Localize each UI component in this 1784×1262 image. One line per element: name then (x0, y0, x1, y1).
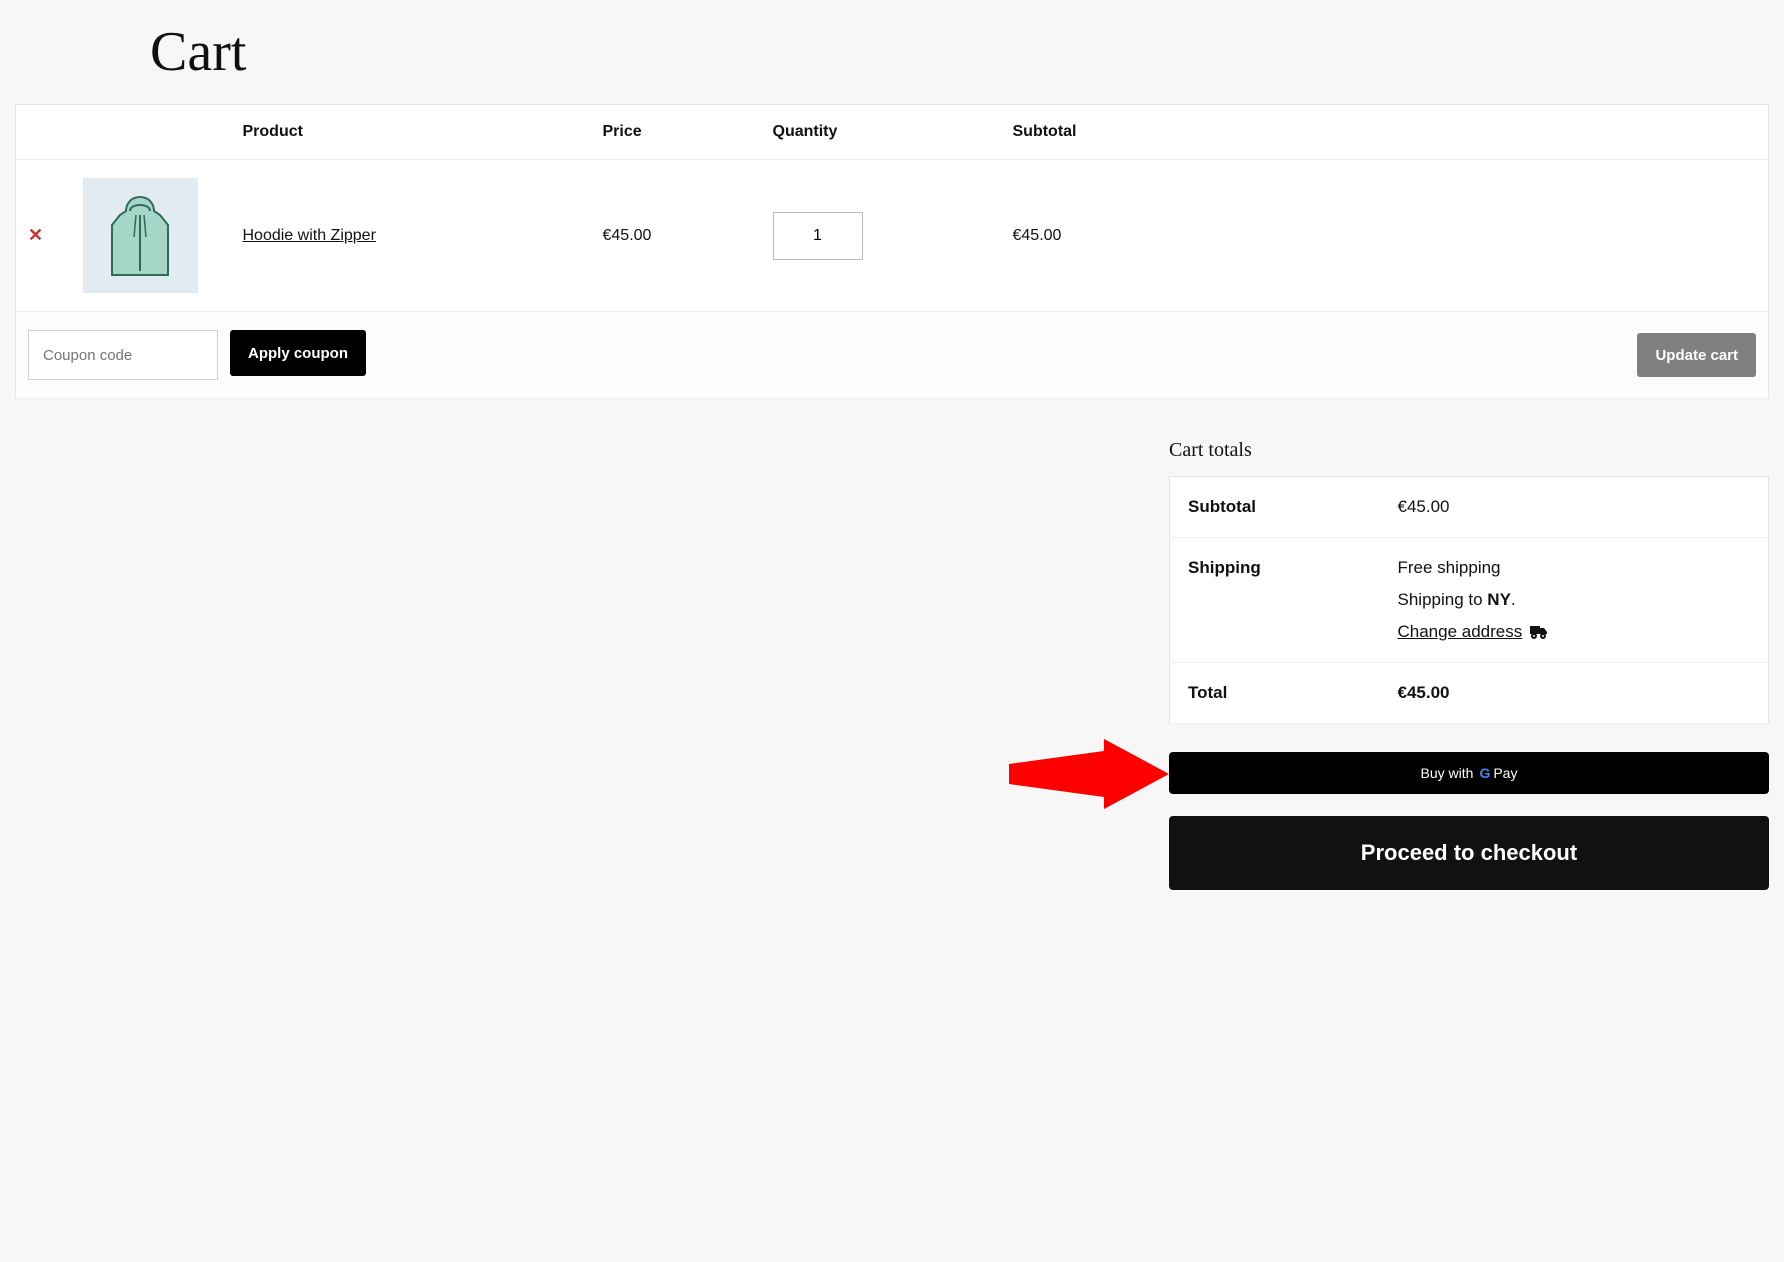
product-thumbnail[interactable] (83, 178, 198, 293)
header-quantity: Quantity (761, 105, 1001, 160)
total-value: €45.00 (1380, 663, 1769, 724)
hoodie-icon (100, 191, 180, 281)
page-title: Cart (15, 0, 1769, 104)
coupon-code-input[interactable] (28, 330, 218, 380)
shipping-label: Shipping (1170, 538, 1380, 663)
header-remove (16, 105, 71, 160)
annotation-arrow-icon (1009, 739, 1169, 809)
cart-actions-row: Apply coupon Update cart (16, 312, 1769, 399)
quantity-input[interactable] (773, 212, 863, 260)
shipping-method: Free shipping (1398, 558, 1751, 578)
truck-icon (1530, 624, 1548, 640)
cart-totals-heading: Cart totals (1169, 439, 1769, 462)
product-price: €45.00 (591, 160, 761, 312)
proceed-to-checkout-button[interactable]: Proceed to checkout (1169, 816, 1769, 890)
product-name-link[interactable]: Hoodie with Zipper (243, 227, 376, 244)
google-pay-button[interactable]: Buy with GPay (1169, 752, 1769, 794)
remove-item-button[interactable]: ✕ (28, 225, 43, 246)
header-price: Price (591, 105, 761, 160)
google-pay-logo-icon: GPay (1479, 765, 1517, 781)
header-product: Product (231, 105, 591, 160)
shipping-destination: Shipping to NY. (1398, 590, 1751, 610)
subtotal-label: Subtotal (1170, 477, 1380, 538)
cart-table: Product Price Quantity Subtotal ✕ (15, 104, 1769, 399)
header-thumb (71, 105, 231, 160)
header-subtotal: Subtotal (1001, 105, 1769, 160)
change-address-link[interactable]: Change address (1398, 622, 1549, 642)
apply-coupon-button[interactable]: Apply coupon (230, 330, 366, 376)
gpay-prefix-text: Buy with (1421, 765, 1474, 781)
cart-totals-table: Subtotal €45.00 Shipping Free shipping S… (1169, 476, 1769, 724)
subtotal-value: €45.00 (1380, 477, 1769, 538)
update-cart-button[interactable]: Update cart (1637, 333, 1756, 377)
product-subtotal: €45.00 (1001, 160, 1769, 312)
cart-row: ✕ Hoodie with Zipper (16, 160, 1769, 312)
total-label: Total (1170, 663, 1380, 724)
